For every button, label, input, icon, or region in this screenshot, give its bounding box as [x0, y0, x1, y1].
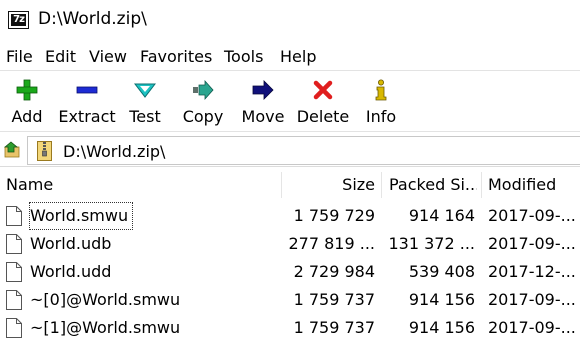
column-divider[interactable] — [481, 172, 482, 198]
address-bar: D:\World.zip\ — [0, 135, 580, 167]
file-icon — [6, 290, 22, 310]
file-size: 1 759 737 — [293, 318, 375, 337]
file-name: World.udd — [30, 262, 112, 281]
add-label: Add — [11, 107, 43, 126]
file-size: 2 729 984 — [293, 262, 375, 281]
file-icon — [6, 318, 22, 338]
checkmark-icon — [134, 83, 156, 98]
file-modified: 2017-12-... — [488, 262, 576, 281]
title-bar: 7z D:\World.zip\ — [0, 0, 580, 42]
7zip-app-icon: 7z — [8, 11, 29, 29]
file-modified: 2017-09-... — [488, 290, 576, 309]
file-list: Name Size Packed Si... Modified World.sm… — [0, 170, 580, 351]
file-name: World.smwu — [29, 202, 133, 230]
file-icon — [6, 262, 22, 282]
move-arrow-icon — [252, 80, 274, 100]
menu-edit[interactable]: Edit — [45, 47, 76, 66]
file-row[interactable]: ~[1]@World.smwu 1 759 737 914 156 2017-0… — [0, 314, 580, 342]
file-packed-size: 131 372 ... — [388, 234, 475, 253]
delete-label: Delete — [296, 107, 350, 126]
file-name: World.udb — [30, 234, 112, 253]
menu-bar: File Edit View Favorites Tools Help — [0, 42, 580, 70]
minus-icon — [76, 86, 98, 94]
file-row[interactable]: World.udb 277 819 ... 131 372 ... 2017-0… — [0, 230, 580, 258]
copy-button[interactable]: Copy — [178, 73, 228, 131]
extract-label: Extract — [58, 107, 116, 126]
add-button[interactable]: Add — [4, 73, 50, 131]
address-path: D:\World.zip\ — [63, 142, 166, 161]
extract-button[interactable]: Extract — [56, 73, 118, 131]
window-title: D:\World.zip\ — [38, 9, 147, 29]
column-header-modified[interactable]: Modified — [488, 170, 580, 200]
file-icon — [6, 206, 22, 226]
file-size: 1 759 737 — [293, 290, 375, 309]
file-size: 277 819 ... — [288, 234, 375, 253]
copy-label: Copy — [182, 107, 224, 126]
file-modified: 2017-09-... — [488, 234, 576, 253]
info-icon — [375, 79, 387, 101]
file-row[interactable]: World.udd 2 729 984 539 408 2017-12-... — [0, 258, 580, 286]
menu-favorites[interactable]: Favorites — [140, 47, 212, 66]
column-header-packed-size[interactable]: Packed Si... — [389, 170, 477, 200]
file-row[interactable]: ~[0]@World.smwu 1 759 737 914 156 2017-0… — [0, 286, 580, 314]
file-modified: 2017-09-... — [488, 206, 576, 225]
menu-view[interactable]: View — [89, 47, 127, 66]
up-folder-icon[interactable] — [4, 141, 22, 159]
menu-help[interactable]: Help — [280, 47, 316, 66]
file-packed-size: 914 164 — [408, 206, 475, 225]
delete-button[interactable]: Delete — [296, 73, 350, 131]
move-button[interactable]: Move — [238, 73, 288, 131]
file-packed-size: 539 408 — [408, 262, 475, 281]
menu-tools[interactable]: Tools — [224, 47, 263, 66]
toolbar: Add Extract Test Copy Move Delete Info — [0, 70, 580, 132]
plus-icon — [16, 79, 38, 101]
file-name: ~[0]@World.smwu — [30, 290, 181, 309]
file-size: 1 759 729 — [293, 206, 375, 225]
column-divider[interactable] — [381, 172, 382, 198]
file-modified: 2017-09-... — [488, 318, 576, 337]
test-label: Test — [129, 107, 161, 126]
menu-file[interactable]: File — [6, 47, 33, 66]
file-icon — [6, 234, 22, 254]
zip-archive-icon — [37, 141, 52, 161]
move-label: Move — [241, 107, 285, 126]
file-packed-size: 914 156 — [408, 290, 475, 309]
file-row[interactable]: World.smwu 1 759 729 914 164 2017-09-... — [0, 202, 580, 230]
file-packed-size: 914 156 — [408, 318, 475, 337]
info-label: Info — [365, 107, 397, 126]
column-header-size[interactable]: Size — [282, 170, 376, 200]
file-name: ~[1]@World.smwu — [30, 318, 181, 337]
info-button[interactable]: Info — [360, 73, 402, 131]
delete-x-icon — [313, 80, 333, 100]
column-header-name[interactable]: Name — [6, 170, 276, 200]
test-button[interactable]: Test — [124, 73, 166, 131]
copy-arrow-icon — [193, 79, 214, 101]
address-field[interactable]: D:\World.zip\ — [27, 136, 580, 165]
